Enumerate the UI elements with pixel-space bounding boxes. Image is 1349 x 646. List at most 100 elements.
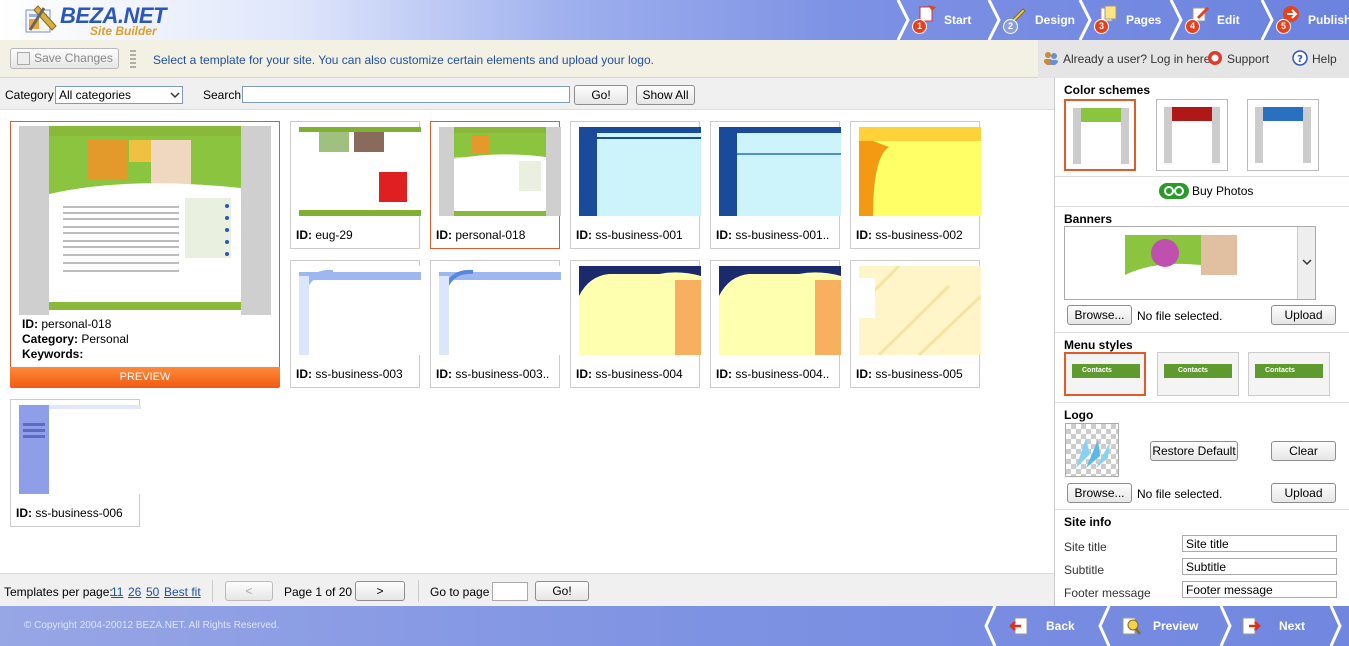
category-select[interactable]: All categories — [55, 86, 183, 104]
next-label: Next — [1279, 619, 1306, 633]
prev-page-button[interactable]: < — [225, 581, 273, 601]
step-label: Start — [944, 13, 972, 27]
login-link[interactable]: Already a user? Log in here... — [1044, 52, 1220, 66]
next-button[interactable]: Next — [1219, 606, 1343, 646]
menu-style-option[interactable]: Contacts — [1064, 352, 1146, 396]
id-label: ID: — [576, 367, 592, 381]
step-edit[interactable]: 4 Edit — [1167, 0, 1258, 40]
preview-button[interactable]: PREVIEW — [10, 367, 280, 388]
menu-style-sample: Contacts — [1072, 364, 1140, 378]
banner-upload-button[interactable]: Upload — [1271, 305, 1336, 325]
template-id-value: personal-018 — [455, 228, 526, 242]
selected-template-thumbnail — [19, 126, 271, 315]
banner-browse-button[interactable]: Browse... — [1067, 305, 1132, 325]
step-publish[interactable]: 5 Publish — [1258, 0, 1349, 40]
preview-site-button[interactable]: Preview — [1097, 606, 1215, 646]
help-label: Help — [1312, 52, 1337, 66]
per-page-label: Templates per page: — [4, 585, 113, 599]
template-id: ID: ss-business-004 — [576, 367, 683, 381]
template-id: ID: ss-business-003 — [296, 367, 403, 381]
section-title: Banners — [1064, 212, 1113, 226]
logo-file-status: No file selected. — [1137, 487, 1223, 501]
category-label: Category — [5, 88, 54, 102]
color-scheme-option[interactable] — [1156, 99, 1228, 171]
color-scheme-option[interactable] — [1064, 99, 1136, 171]
step-start[interactable]: 1 Start — [894, 0, 985, 40]
next-page-button[interactable]: > — [355, 581, 405, 601]
logo-browse-button[interactable]: Browse... — [1067, 483, 1132, 503]
scheme-thumbnail — [1255, 107, 1311, 163]
color-scheme-option[interactable] — [1247, 99, 1319, 171]
menu-style-option[interactable]: Contacts — [1157, 352, 1239, 396]
id-label: ID: — [436, 367, 452, 381]
support-label: Support — [1227, 52, 1270, 66]
footer-bar: © Copyright 2004-20012 BEZA.NET. All Rig… — [0, 606, 1349, 646]
toolbar-grip — [130, 50, 136, 68]
per-page-option-best-fit[interactable]: Best fit — [164, 585, 201, 599]
template-card[interactable]: ID: ss-business-002 — [850, 121, 981, 249]
template-card[interactable]: ID: ss-business-003 — [290, 260, 421, 388]
id-label: ID: — [856, 228, 872, 242]
page-indicator: Page 1 of 20 — [284, 585, 353, 599]
template-id-value: ss-business-004 — [595, 367, 683, 381]
template-id: ID: ss-business-001 — [576, 228, 683, 242]
per-page-option-50[interactable]: 50 — [146, 585, 159, 599]
template-card[interactable]: ID: eug-29 — [290, 121, 421, 249]
id-label: ID: — [16, 506, 32, 520]
step-pages[interactable]: 3 Pages — [1076, 0, 1167, 40]
template-thumbnail — [719, 127, 841, 216]
users-icon — [1044, 52, 1058, 65]
next-arrow-icon — [1242, 617, 1261, 635]
template-thumbnail — [19, 405, 141, 494]
menu-style-option[interactable]: Contacts — [1248, 352, 1330, 396]
step-number: 2 — [1003, 19, 1018, 34]
back-label: Back — [1046, 619, 1075, 633]
account-links: Already a user? Log in here... Support ?… — [1038, 40, 1349, 78]
save-icon — [17, 52, 30, 65]
goto-page-go-button[interactable]: Go! — [535, 581, 589, 601]
template-card[interactable]: ID: ss-business-005 — [850, 260, 981, 388]
selected-template-card[interactable]: ID: personal-018 Category: Personal Keyw… — [10, 121, 280, 370]
chevron-right-icon — [1219, 606, 1232, 646]
template-card[interactable]: ID: ss-business-003.. — [430, 260, 561, 388]
subtitle-input[interactable]: Subtitle — [1182, 558, 1337, 575]
per-page-option-26[interactable]: 26 — [128, 585, 141, 599]
site-title-input[interactable]: Site title — [1182, 535, 1337, 552]
template-card[interactable]: ID: ss-business-001 — [570, 121, 701, 249]
template-card[interactable]: ID: ss-business-004 — [570, 260, 701, 388]
chevron-down-icon — [170, 92, 180, 99]
template-thumbnail — [439, 266, 561, 355]
keywords-label: Keywords: — [22, 347, 84, 361]
template-id-value: ss-business-004.. — [735, 367, 830, 381]
restore-default-button[interactable]: Restore Default — [1150, 441, 1238, 461]
banner-dropdown-toggle[interactable] — [1297, 227, 1315, 299]
goto-page-input[interactable] — [492, 582, 528, 601]
template-card[interactable]: ID: ss-business-004.. — [710, 260, 841, 388]
search-go-button[interactable]: Go! — [574, 85, 628, 105]
show-all-button[interactable]: Show All — [636, 85, 695, 105]
back-arrow-icon — [1009, 617, 1028, 635]
copyright-text: © Copyright 2004-20012 BEZA.NET. All Rig… — [24, 620, 280, 631]
per-page-option-11[interactable]: 11 — [111, 585, 123, 599]
logo-clear-button[interactable]: Clear — [1271, 441, 1336, 461]
help-link[interactable]: ? Help — [1292, 50, 1337, 66]
id-label: ID: — [436, 228, 452, 242]
support-link[interactable]: Support — [1208, 51, 1270, 66]
banner-select[interactable] — [1064, 226, 1316, 300]
template-id-value: ss-business-002 — [875, 228, 963, 242]
logo-upload-button[interactable]: Upload — [1271, 483, 1336, 503]
template-thumbnail — [859, 127, 981, 216]
template-card[interactable]: ID: ss-business-006 — [10, 399, 141, 527]
footer-message-label: Footer message — [1064, 586, 1151, 600]
template-card[interactable]: ID: personal-018 — [430, 121, 561, 249]
step-design[interactable]: 2 Design — [985, 0, 1076, 40]
save-changes-button[interactable]: Save Changes — [10, 48, 119, 69]
footer-message-input[interactable]: Footer message — [1182, 581, 1337, 598]
template-id-value: ss-business-003.. — [455, 367, 550, 381]
step-number: 4 — [1185, 19, 1200, 34]
template-card[interactable]: ID: ss-business-001.. — [710, 121, 841, 249]
template-gallery: ID: personal-018 Category: Personal Keyw… — [0, 110, 1054, 573]
back-button[interactable]: Back — [983, 606, 1095, 646]
search-input[interactable] — [242, 86, 570, 103]
divider — [418, 580, 419, 602]
